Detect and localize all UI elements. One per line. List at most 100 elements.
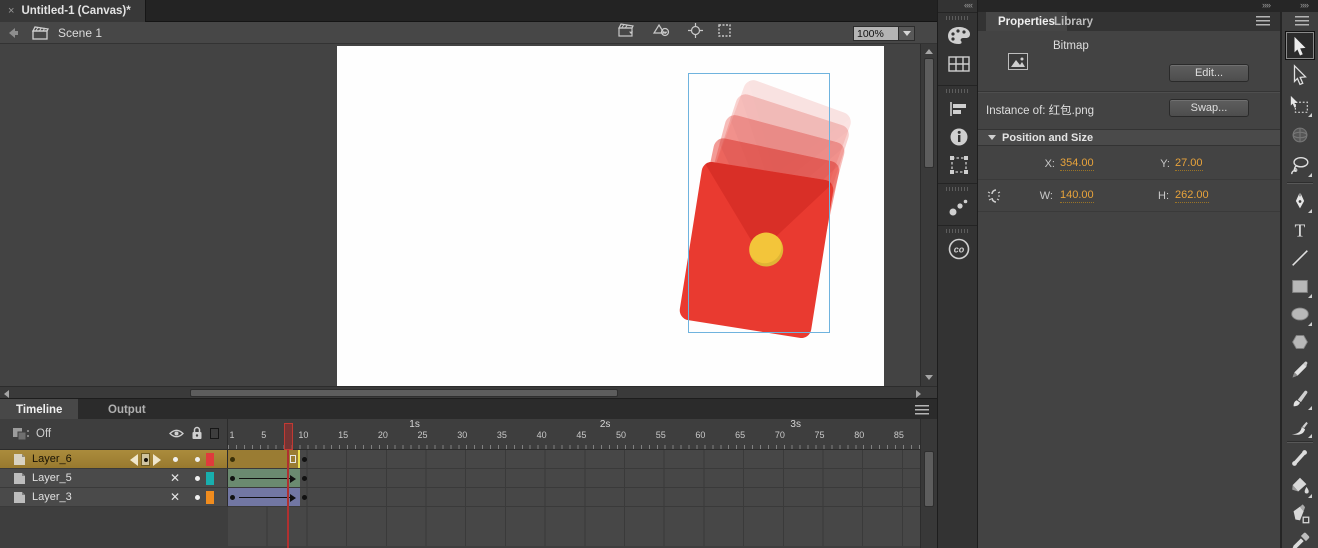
tool-selection[interactable] (1286, 32, 1314, 59)
prev-keyframe-icon[interactable] (130, 454, 138, 466)
color-panel-icon[interactable] (938, 22, 979, 50)
stage[interactable] (337, 46, 884, 386)
layer-frames[interactable] (228, 488, 920, 507)
close-icon[interactable]: × (8, 5, 14, 17)
timeline-vertical-scrollbar[interactable] (920, 419, 937, 548)
tool-polystar[interactable] (1287, 329, 1313, 355)
scroll-right-icon[interactable] (916, 390, 921, 398)
scroll-thumb[interactable] (924, 58, 934, 168)
scroll-up-icon[interactable] (925, 49, 933, 54)
layer-visible-dot[interactable] (173, 457, 178, 462)
layer-outline-swatch[interactable] (206, 453, 214, 466)
tool-subselection[interactable] (1287, 62, 1313, 88)
eye-icon[interactable] (169, 428, 184, 439)
keyframe-icon[interactable] (230, 457, 235, 462)
document-tab[interactable]: × Untitled-1 (Canvas)* (0, 0, 146, 22)
creative-cloud-icon[interactable]: co (938, 235, 979, 263)
timeline-ruler[interactable]: 1s2s3s 151015202530354045505560657075808… (228, 419, 920, 450)
scroll-thumb[interactable] (924, 451, 934, 507)
tool-oval[interactable] (1287, 301, 1313, 327)
collapse-dock-icon[interactable]: «« (964, 0, 972, 10)
tool-paint-bucket[interactable] (1287, 473, 1313, 499)
info-panel-icon[interactable] (938, 123, 979, 151)
stage-horizontal-scrollbar[interactable] (0, 386, 937, 398)
current-keyframe-icon[interactable] (141, 453, 150, 466)
layer-name[interactable]: Layer_5 (32, 472, 72, 484)
layer-name-cell[interactable]: Layer_6 (0, 450, 228, 469)
drag-gripper[interactable] (946, 16, 970, 20)
swatches-panel-icon[interactable] (938, 50, 979, 78)
tab-timeline[interactable]: Timeline (0, 399, 78, 420)
tool-bone[interactable] (1287, 445, 1313, 471)
collapse-tools-icon[interactable]: »» (1300, 0, 1308, 10)
lock-icon[interactable] (191, 426, 203, 440)
scroll-thumb[interactable] (190, 389, 618, 397)
keyframe-icon[interactable] (302, 457, 307, 462)
layer-unlocked-dot[interactable] (195, 495, 200, 500)
playhead[interactable] (284, 423, 293, 450)
brush-library-panel-icon[interactable] (938, 193, 979, 221)
layer-name-cell[interactable]: Layer_3 ✕ (0, 488, 228, 507)
next-keyframe-icon[interactable] (153, 454, 161, 466)
tool-paint-brush[interactable] (1287, 385, 1313, 411)
layer-unlocked-dot[interactable] (195, 476, 200, 481)
layer-name-cell[interactable]: Layer_5 ✕ (0, 469, 228, 488)
stage-vertical-scrollbar[interactable] (920, 44, 937, 386)
properties-menu-icon[interactable] (1256, 16, 1270, 26)
swap-button[interactable]: Swap... (1169, 99, 1249, 117)
layer-hidden-x[interactable]: ✕ (170, 471, 180, 485)
stage-zoom-control[interactable]: 100% (853, 26, 915, 41)
keyframe-icon[interactable] (230, 495, 235, 500)
zoom-dropdown-button[interactable] (899, 26, 915, 41)
layer-frames[interactable] (228, 469, 920, 488)
edit-button[interactable]: Edit... (1169, 64, 1249, 82)
drag-gripper[interactable] (946, 187, 970, 191)
tab-output[interactable]: Output (92, 399, 162, 420)
clip-outside-stage-icon[interactable] (717, 23, 732, 43)
link-wh-icon[interactable] (986, 188, 1002, 204)
w-value[interactable]: 140.00 (1060, 189, 1094, 203)
scroll-left-icon[interactable] (4, 390, 9, 398)
tool-lasso[interactable] (1287, 152, 1313, 178)
position-size-section-header[interactable]: Position and Size (978, 129, 1280, 146)
parenting-view-toggle[interactable]: Off (36, 428, 51, 440)
outline-column-icon[interactable] (210, 428, 219, 439)
back-icon[interactable] (6, 26, 20, 40)
tab-library[interactable]: Library (1042, 12, 1105, 31)
drag-gripper[interactable] (946, 229, 970, 233)
y-value[interactable]: 27.00 (1175, 157, 1203, 171)
breadcrumb-scene[interactable]: Scene 1 (58, 26, 102, 40)
layer-row[interactable]: Layer_6 (0, 450, 920, 469)
tool-eyedropper[interactable] (1287, 529, 1313, 548)
layer-unlocked-dot[interactable] (195, 457, 200, 462)
collapse-properties-icon[interactable]: »» (1262, 0, 1270, 10)
x-value[interactable]: 354.00 (1060, 157, 1094, 171)
tool-line[interactable] (1287, 245, 1313, 271)
center-frame-icon[interactable] (688, 23, 703, 43)
drag-gripper[interactable] (946, 89, 970, 93)
playhead-line[interactable] (287, 450, 289, 548)
keyframe-icon[interactable] (302, 495, 307, 500)
layer-outline-swatch[interactable] (206, 472, 214, 485)
pasteboard[interactable] (0, 44, 920, 386)
edit-scene-icon[interactable] (618, 23, 638, 43)
tool-pencil[interactable] (1287, 357, 1313, 383)
transform-panel-icon[interactable] (938, 151, 979, 179)
h-value[interactable]: 262.00 (1175, 189, 1209, 203)
layer-outline-swatch[interactable] (206, 491, 214, 504)
layer-row[interactable]: Layer_3 ✕ (0, 488, 920, 507)
section-collapse-icon[interactable] (988, 135, 996, 140)
tools-menu-icon[interactable] (1295, 16, 1309, 26)
tool-rectangle[interactable] (1287, 273, 1313, 299)
layer-name[interactable]: Layer_6 (32, 453, 72, 465)
tool-text[interactable]: T (1287, 217, 1313, 243)
tool-ink-bottle[interactable] (1287, 501, 1313, 527)
layer-name[interactable]: Layer_3 (32, 491, 72, 503)
zoom-value[interactable]: 100% (853, 26, 899, 41)
keyframe-icon[interactable] (230, 476, 235, 481)
tool-3d-rotation[interactable] (1287, 122, 1313, 148)
layer-row[interactable]: Layer_5 ✕ (0, 469, 920, 488)
layer-hidden-x[interactable]: ✕ (170, 490, 180, 504)
parenting-view-icon[interactable] (12, 427, 30, 441)
tool-free-transform[interactable] (1287, 92, 1313, 118)
